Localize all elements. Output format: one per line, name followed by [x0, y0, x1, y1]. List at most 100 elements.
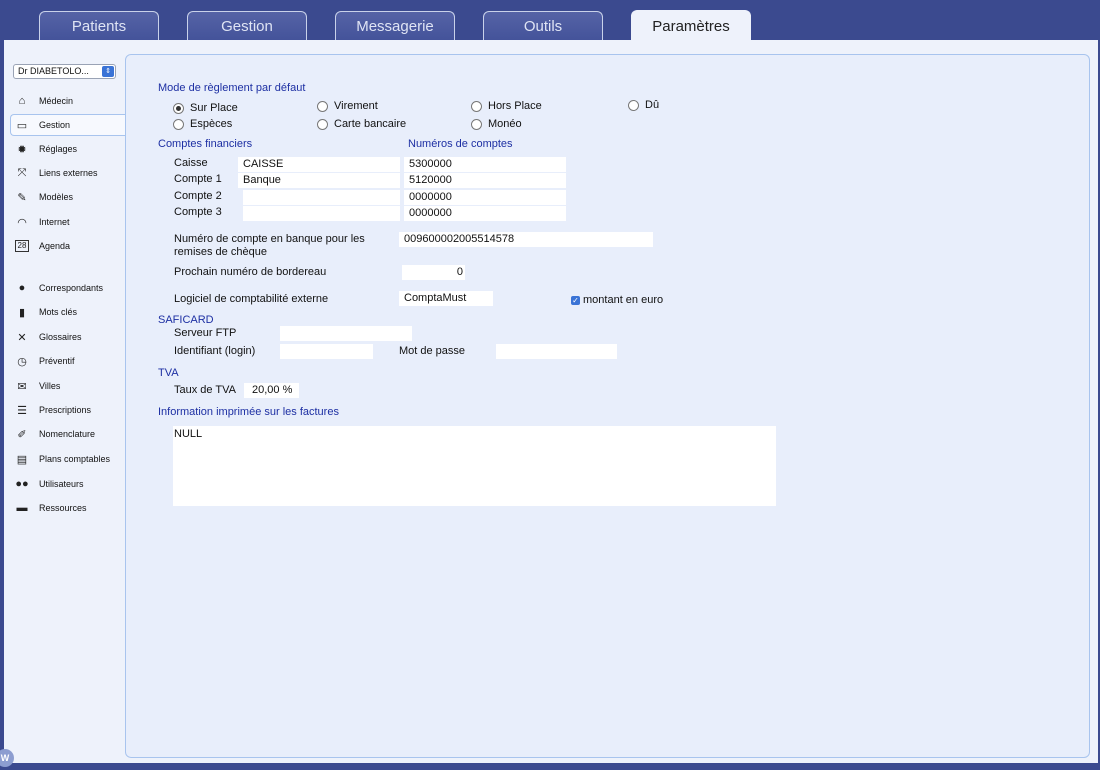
- sidebar-item-gestion[interactable]: ▭ Gestion: [10, 114, 126, 136]
- sidebar-item-modeles[interactable]: ✎ Modèles: [4, 186, 126, 208]
- ftp-field[interactable]: [280, 326, 412, 341]
- compte-number-field[interactable]: 5120000: [404, 173, 566, 188]
- edit-icon: ✎: [17, 191, 27, 204]
- compte-label: Compte 3: [174, 206, 222, 218]
- car-icon: ▬: [16, 502, 28, 514]
- users-icon: ●●: [15, 478, 29, 490]
- radio-virement[interactable]: Virement: [317, 100, 378, 112]
- calendar-icon: 28: [15, 240, 29, 252]
- tva-title: TVA: [158, 367, 179, 379]
- gear-icon: ✹: [17, 143, 27, 156]
- sidebar-item-label: Réglages: [39, 144, 78, 154]
- sidebar-item-label: Internet: [39, 217, 70, 227]
- bar-chart-icon: ▮: [18, 306, 26, 319]
- compte-number-field[interactable]: 0000000: [404, 206, 566, 221]
- table-icon: ▤: [16, 453, 28, 466]
- sidebar-item-label: Plans comptables: [39, 454, 111, 464]
- pencil-icon: ✐: [17, 428, 27, 441]
- factures-textarea[interactable]: NULL: [173, 426, 776, 506]
- doctor-select[interactable]: Dr DIABETOLO... ⇕: [13, 64, 116, 79]
- radio-hors-place[interactable]: Hors Place: [471, 100, 542, 112]
- wifi-icon: ◠: [17, 216, 27, 229]
- checkmark-icon: ✓: [571, 295, 580, 305]
- tab-gestion[interactable]: Gestion: [187, 11, 307, 40]
- logiciel-label: Logiciel de comptabilité externe: [174, 293, 329, 305]
- sidebar-item-label: Prescriptions: [39, 405, 92, 415]
- ftp-label: Serveur FTP: [174, 327, 237, 339]
- radio-especes[interactable]: Espèces: [173, 118, 232, 130]
- tab-patients[interactable]: Patients: [39, 11, 159, 40]
- radio-du[interactable]: Dû: [628, 99, 659, 111]
- compte-label: Compte 1: [174, 173, 222, 185]
- saficard-title: SAFICARD: [158, 314, 214, 326]
- tva-field[interactable]: 20,00 %: [244, 383, 299, 398]
- tools-icon: ✕: [17, 331, 27, 344]
- radio-sur-place[interactable]: Sur Place: [173, 102, 238, 114]
- radio-selected-icon: [173, 102, 184, 114]
- sidebar-item-internet[interactable]: ◠ Internet: [4, 211, 126, 233]
- radio-icon: [628, 99, 639, 111]
- comptes-title: Comptes financiers: [158, 138, 253, 150]
- doctor-select-value: Dr DIABETOLO...: [18, 66, 89, 76]
- compte-number-field[interactable]: 0000000: [404, 190, 566, 205]
- compte-name-field[interactable]: [243, 190, 400, 205]
- sidebar-item-medecin[interactable]: ⌂ Médecin: [4, 90, 126, 112]
- login-field[interactable]: [280, 344, 373, 359]
- sidebar-item-label: Nomenclature: [39, 429, 96, 439]
- select-arrows-icon: ⇕: [102, 66, 114, 77]
- clock-icon: ◷: [17, 355, 27, 368]
- radio-icon: [317, 100, 328, 112]
- banque-label: Numéro de compte en banque pour les remi…: [174, 233, 365, 258]
- sidebar-item-prescriptions[interactable]: ☰ Prescriptions: [4, 399, 126, 421]
- sidebar-item-label: Gestion: [39, 120, 71, 130]
- numeros-title: Numéros de comptes: [408, 138, 513, 150]
- reglement-title: Mode de règlement par défaut: [158, 82, 306, 94]
- compte-label: Compte 2: [174, 190, 222, 202]
- radio-icon: [471, 100, 482, 112]
- sidebar-item-agenda[interactable]: 28 Agenda: [4, 235, 126, 257]
- sidebar-item-mots-cles[interactable]: ▮ Mots clés: [4, 301, 126, 323]
- euro-checkbox[interactable]: ✓ montant en euro: [571, 294, 663, 306]
- radio-icon: [471, 118, 482, 130]
- sidebar-item-preventif[interactable]: ◷ Préventif: [4, 350, 126, 372]
- sidebar-item-label: Glossaires: [39, 332, 82, 342]
- compte-number-field[interactable]: 5300000: [404, 157, 566, 172]
- sidebar-item-reglages[interactable]: ✹ Réglages: [4, 138, 126, 160]
- sidebar-item-label: Modèles: [39, 192, 74, 202]
- envelope-icon: ✉: [17, 380, 27, 393]
- sidebar-item-label: Préventif: [39, 356, 75, 366]
- list-icon: ☰: [17, 404, 27, 417]
- bordereau-label: Prochain numéro de bordereau: [174, 266, 327, 278]
- password-label: Mot de passe: [399, 345, 466, 357]
- sidebar-item-label: Liens externes: [39, 168, 98, 178]
- sidebar-item-villes[interactable]: ✉ Villes: [4, 375, 126, 397]
- bordereau-field[interactable]: 0: [402, 265, 465, 280]
- home-icon: ⌂: [18, 95, 26, 107]
- tab-outils[interactable]: Outils: [483, 11, 603, 40]
- expand-arrows-icon: ⤧: [17, 166, 27, 179]
- sidebar-item-utilisateurs[interactable]: ●● Utilisateurs: [4, 473, 126, 495]
- sidebar-item-nomenclature[interactable]: ✐ Nomenclature: [4, 423, 126, 445]
- tab-parametres[interactable]: Paramètres: [631, 10, 751, 41]
- sidebar-item-glossaires[interactable]: ✕ Glossaires: [4, 326, 126, 348]
- sidebar-item-label: Médecin: [39, 96, 74, 106]
- sidebar-item-label: Agenda: [39, 241, 71, 251]
- sidebar-item-liens-externes[interactable]: ⤧ Liens externes: [4, 162, 126, 184]
- person-icon: ●: [18, 282, 26, 294]
- tab-messagerie[interactable]: Messagerie: [335, 11, 455, 40]
- banque-account-field[interactable]: 009600002005514578: [399, 232, 653, 247]
- compte-name-field[interactable]: Banque: [238, 173, 400, 188]
- password-field[interactable]: [496, 344, 617, 359]
- sidebar-item-ressources[interactable]: ▬ Ressources: [4, 497, 126, 519]
- compte-name-field[interactable]: [243, 206, 400, 221]
- app-logo: W: [0, 749, 14, 767]
- login-label: Identifiant (login): [174, 345, 256, 357]
- sidebar-item-correspondants[interactable]: ● Correspondants: [4, 277, 126, 299]
- radio-moneo[interactable]: Monéo: [471, 118, 522, 130]
- sidebar-item-label: Villes: [39, 381, 61, 391]
- radio-carte-bancaire[interactable]: Carte bancaire: [317, 118, 406, 130]
- compte-name-field[interactable]: CAISSE: [238, 157, 400, 172]
- sidebar-item-plans-comptables[interactable]: ▤ Plans comptables: [4, 448, 126, 470]
- tray-icon: ▭: [16, 119, 28, 132]
- logiciel-field[interactable]: ComptaMust: [399, 291, 493, 306]
